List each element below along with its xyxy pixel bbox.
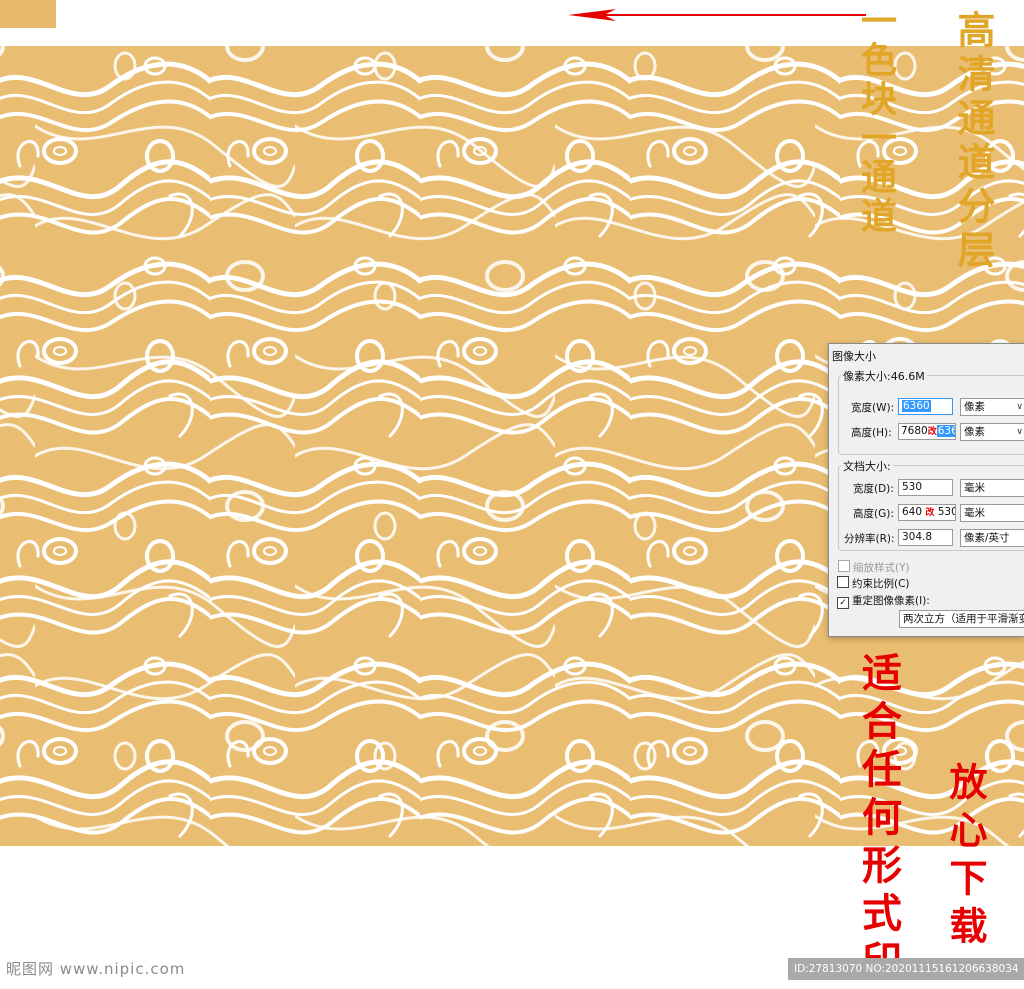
annotation-download-safely: 放心下载 — [943, 762, 988, 954]
doc-height-unit-select[interactable]: 毫米 — [960, 504, 1024, 522]
checkmark-icon: ✓ — [837, 597, 849, 609]
chevron-down-icon: ∨ — [1016, 427, 1023, 437]
doc-height-change-mark: 改 — [925, 508, 935, 518]
doc-size-label: 文档大小: — [841, 458, 893, 474]
watermark-site: 昵图网 www.nipic.com — [6, 960, 186, 978]
annotation-one-color-one-channel: 一色块一通道 — [855, 2, 897, 236]
doc-width-unit-value: 毫米 — [964, 482, 985, 494]
resample-method-select[interactable]: 两次立方（适用于平滑渐变 — [899, 610, 1024, 628]
height-new-value: 6360 — [936, 425, 955, 437]
checkbox-box — [837, 576, 849, 588]
doc-height-input[interactable]: 640 改 530 — [898, 504, 956, 521]
width-unit-value: 像素 — [964, 401, 985, 413]
annotation-suitable-any-print: 适合任何形式印 — [855, 652, 902, 988]
constrain-label: 约束比例(C) — [852, 578, 910, 590]
resample-image-checkbox[interactable]: ✓ 重定图像像素(I): — [837, 593, 930, 609]
resample-method-value: 两次立方（适用于平滑渐变 — [903, 613, 1024, 625]
color-swatch — [0, 0, 56, 28]
height-label: 高度(H): — [851, 427, 892, 439]
red-arrow-icon — [568, 9, 866, 21]
resolution-unit-select[interactable]: 像素/英寸 — [960, 529, 1024, 547]
height-input[interactable]: 7680改6360 — [898, 423, 956, 440]
checkbox-box — [838, 560, 850, 572]
doc-width-unit-select[interactable]: 毫米 — [960, 479, 1024, 497]
scale-styles-label: 缩放样式(Y) — [853, 562, 910, 574]
doc-height-old-value: 640 — [902, 506, 923, 518]
image-size-dialog: 图像大小 像素大小:46.6M 宽度(W): 6360 像素 ∨ 高度(H): … — [828, 343, 1024, 637]
resolution-label: 分辨率(R): — [844, 533, 895, 545]
width-label: 宽度(W): — [851, 402, 895, 414]
height-unit-value: 像素 — [964, 426, 985, 438]
doc-height-label: 高度(G): — [853, 508, 894, 520]
width-unit-select[interactable]: 像素 ∨ — [960, 398, 1024, 416]
resolution-value: 304.8 — [902, 531, 933, 543]
resample-label: 重定图像像素(I): — [852, 595, 930, 607]
watermark-id: ID:27813070 NO:20201115161206638034 — [788, 958, 1024, 980]
height-change-mark: 改 — [927, 427, 937, 437]
resolution-input[interactable]: 304.8 — [898, 529, 953, 546]
height-unit-select[interactable]: 像素 ∨ — [960, 423, 1024, 441]
scale-styles-checkbox[interactable]: 缩放样式(Y) — [838, 560, 910, 575]
annotation-hd-channel-layers: 高清通道分层 — [951, 10, 996, 274]
dialog-title: 图像大小 — [832, 350, 876, 363]
resolution-unit-value: 像素/英寸 — [964, 532, 1010, 544]
chevron-down-icon: ∨ — [1016, 402, 1023, 412]
width-input[interactable]: 6360 — [898, 398, 953, 415]
pixel-size-label: 像素大小:46.6M — [841, 368, 927, 384]
doc-height-unit-value: 毫米 — [964, 507, 985, 519]
height-old-value: 7680 — [901, 425, 928, 437]
constrain-proportions-checkbox[interactable]: 约束比例(C) — [837, 576, 910, 591]
doc-width-input[interactable]: 530 — [898, 479, 953, 496]
doc-height-new-value: 530 — [937, 506, 956, 518]
width-value: 6360 — [902, 400, 931, 412]
doc-width-label: 宽度(D): — [853, 483, 894, 495]
doc-width-value: 530 — [902, 481, 923, 493]
